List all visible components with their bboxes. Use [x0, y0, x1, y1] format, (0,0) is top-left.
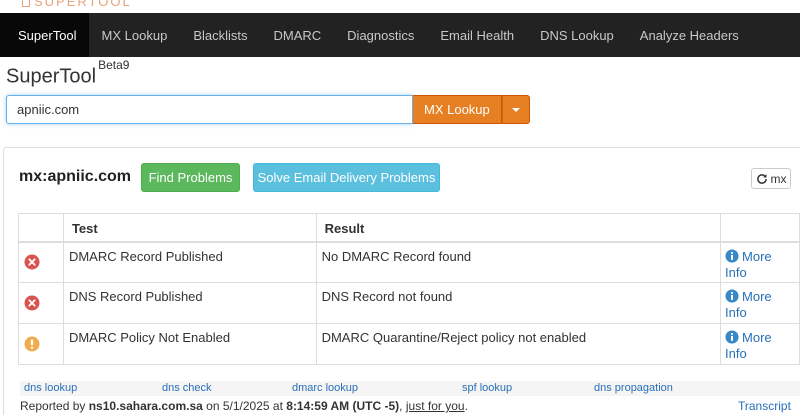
footer-link-dns-lookup[interactable]: dns lookup — [24, 382, 77, 394]
server-name: ns10.sahara.com.sa — [88, 399, 203, 413]
report-time: 8:14:59 AM (UTC -5) — [286, 399, 400, 413]
result-cell: DNS Record not found — [315, 282, 722, 324]
column-header-result: Result — [315, 213, 722, 243]
find-problems-button[interactable]: Find Problems — [141, 163, 240, 192]
at-text: at — [272, 399, 283, 413]
mx-lookup-button[interactable]: MX Lookup — [413, 95, 502, 124]
info-circle-icon — [725, 248, 739, 263]
result-heading: mx:apniic.com — [19, 168, 132, 185]
status-cell — [18, 323, 64, 365]
result-cell: No DMARC Record found — [315, 241, 722, 283]
exclamation-circle-icon — [24, 336, 40, 352]
test-cell: DMARC Record Published — [62, 241, 317, 283]
nav-item-dns-lookup[interactable]: DNS Lookup — [527, 13, 627, 57]
report-date: 5/1/2025 — [222, 399, 270, 413]
comma-text: , — [399, 399, 403, 413]
status-cell — [18, 241, 64, 283]
brand-logo-fragment: SUPERTOOL — [22, 0, 132, 9]
nav-item-email-health[interactable]: Email Health — [427, 13, 527, 57]
result-cell: DMARC Quarantine/Reject policy not enabl… — [315, 323, 722, 365]
footer-link-spf-lookup[interactable]: spf lookup — [462, 382, 512, 394]
solve-email-delivery-button[interactable]: Solve Email Delivery Problems — [253, 163, 440, 192]
table-row: DMARC Record Published No DMARC Record f… — [18, 241, 800, 283]
footer-link-dmarc-lookup[interactable]: dmarc lookup — [292, 382, 358, 394]
more-info-cell: More Info — [720, 241, 800, 283]
top-banner-fragment: SUPERTOOL — [0, 0, 800, 13]
top-navbar: SuperTool MX Lookup Blacklists DMARC Dia… — [0, 13, 800, 57]
reported-prefix: Reported by — [20, 399, 86, 413]
search-bar: MX Lookup — [6, 95, 530, 124]
error-x-circle-icon — [24, 295, 40, 311]
on-text: on — [206, 399, 220, 413]
more-info-cell: More Info — [720, 323, 800, 365]
info-circle-icon — [725, 289, 739, 303]
column-header-info — [720, 213, 800, 243]
nav-item-blacklists[interactable]: Blacklists — [180, 13, 260, 57]
nav-item-supertool[interactable]: SuperTool — [0, 13, 89, 57]
just-for-you-link[interactable]: just for you — [406, 399, 465, 413]
nav-item-analyze-headers[interactable]: Analyze Headers — [627, 13, 752, 57]
test-cell: DNS Record Published — [62, 282, 317, 324]
results-table: Test Result DMARC Record Published No DM… — [18, 213, 800, 365]
footer-link-dns-propagation[interactable]: dns propagation — [594, 382, 673, 394]
caret-down-icon — [511, 107, 520, 112]
error-x-circle-icon — [24, 254, 40, 270]
related-tools-links: dns lookup dns check dmarc lookup spf lo… — [20, 381, 800, 396]
nav-item-diagnostics[interactable]: Diagnostics — [334, 13, 427, 57]
table-row: DNS Record Published DNS Record not foun… — [18, 282, 800, 324]
app-title-text: SuperTool — [6, 65, 97, 88]
test-cell: DMARC Policy Not Enabled — [62, 323, 317, 365]
more-info-cell: More Info — [720, 282, 800, 324]
status-cell — [18, 282, 64, 324]
beta-badge: Beta9 — [98, 58, 130, 72]
nav-item-mx-lookup[interactable]: MX Lookup — [89, 13, 181, 57]
table-row: DMARC Policy Not Enabled DMARC Quarantin… — [18, 323, 800, 365]
refresh-label: mx — [770, 171, 787, 186]
column-header-status — [18, 213, 64, 243]
footer-link-dns-check[interactable]: dns check — [162, 382, 212, 394]
report-footer: Reported by ns10.sahara.com.sa on 5/1/20… — [20, 399, 468, 413]
table-header-row: Test Result — [18, 213, 800, 243]
refresh-mx-button[interactable]: mx — [751, 168, 791, 189]
search-input[interactable] — [6, 95, 413, 124]
column-header-test: Test — [62, 213, 317, 243]
info-circle-icon — [725, 330, 739, 344]
page-title: SuperToolBeta9 — [6, 58, 129, 89]
refresh-icon — [756, 173, 767, 184]
transcript-link[interactable]: Transcript — [738, 399, 791, 413]
lookup-dropdown-toggle[interactable] — [501, 95, 530, 124]
period-text: . — [464, 399, 468, 413]
nav-item-dmarc[interactable]: DMARC — [261, 13, 335, 57]
